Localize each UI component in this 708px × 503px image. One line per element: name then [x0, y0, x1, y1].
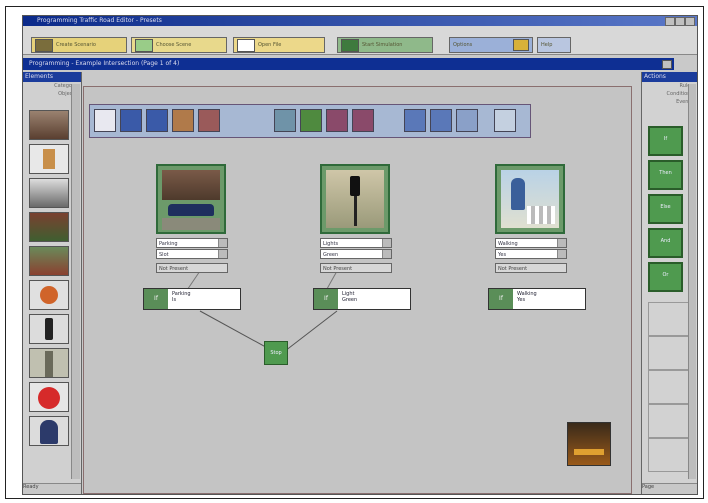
lights-field-2[interactable]: Green: [320, 249, 392, 259]
crosswalk-icon: [527, 206, 555, 224]
condition-value: Green: [342, 297, 358, 303]
parking-field-2-value: Slot: [159, 252, 169, 258]
chevron-down-icon[interactable]: [382, 250, 391, 258]
pedestrian-field-2[interactable]: Yes: [495, 249, 567, 259]
scene-preview-thumb[interactable]: [567, 422, 611, 466]
else-tile[interactable]: Else: [648, 194, 683, 224]
or-tile[interactable]: Or: [648, 262, 683, 292]
lights-select[interactable]: Not Present: [320, 263, 392, 273]
and-join-node[interactable]: Stop: [264, 341, 288, 365]
pedestrian-field-1-value: Walking: [498, 241, 518, 247]
pedestrian-card[interactable]: [495, 164, 565, 234]
parking-field-1[interactable]: Parking: [156, 238, 228, 248]
person-icon: [511, 178, 525, 210]
condition-icon: If: [144, 289, 168, 309]
condition-value: Is: [172, 297, 177, 303]
road-image: [162, 218, 220, 230]
tile-label: Else: [660, 204, 671, 210]
right-palette-header: Actions: [642, 72, 697, 82]
vehicle-icon: [574, 449, 604, 455]
parking-field-1-value: Parking: [159, 241, 178, 247]
lights-condition[interactable]: If Light Green: [313, 288, 411, 310]
tile-label: Or: [662, 272, 669, 278]
empty-slot[interactable]: [648, 438, 690, 472]
pedestrian-condition-text: Walking Yes: [517, 291, 537, 303]
lights-field-1[interactable]: Lights: [320, 238, 392, 248]
chevron-down-icon[interactable]: [218, 239, 227, 247]
traffic-light-icon: [350, 176, 360, 196]
right-palette: Actions Rules Conditions Events If Then …: [641, 72, 697, 494]
condition-icon: If: [314, 289, 338, 309]
empty-slot[interactable]: [648, 370, 690, 404]
pole-icon: [354, 196, 357, 226]
garage-image: [162, 170, 220, 200]
empty-slot[interactable]: [648, 404, 690, 438]
condition-value: Yes: [517, 297, 526, 303]
and-tile[interactable]: And: [648, 228, 683, 258]
if-tile[interactable]: If: [648, 126, 683, 156]
parking-card[interactable]: [156, 164, 226, 234]
chevron-down-icon[interactable]: [557, 250, 566, 258]
chevron-down-icon[interactable]: [557, 239, 566, 247]
pedestrian-field-1[interactable]: Walking: [495, 238, 567, 248]
parking-condition[interactable]: If Parking Is: [143, 288, 241, 310]
pedestrian-select-value: Not Present: [498, 266, 528, 272]
lights-condition-text: Light Green: [342, 291, 357, 303]
lights-field-1-value: Lights: [323, 241, 339, 247]
pedestrian-condition[interactable]: If Walking Yes: [488, 288, 586, 310]
parking-condition-text: Parking Is: [172, 291, 191, 303]
lights-select-value: Not Present: [323, 266, 353, 272]
right-status-text: Page: [642, 483, 697, 494]
chevron-down-icon[interactable]: [382, 239, 391, 247]
right-scrollbar[interactable]: [688, 84, 696, 479]
parking-select[interactable]: Not Present: [156, 263, 228, 273]
join-node-label: Stop: [270, 350, 282, 356]
condition-icon: If: [489, 289, 513, 309]
then-tile[interactable]: Then: [648, 160, 683, 190]
pedestrian-select[interactable]: Not Present: [495, 263, 567, 273]
tile-label: And: [660, 238, 671, 244]
parking-select-value: Not Present: [159, 266, 189, 272]
chevron-down-icon[interactable]: [218, 250, 227, 258]
tile-label: If: [663, 136, 668, 142]
pedestrian-field-2-value: Yes: [498, 252, 507, 258]
car-icon: [168, 204, 214, 216]
empty-slot[interactable]: [648, 302, 690, 336]
empty-slot[interactable]: [648, 336, 690, 370]
tile-label: Then: [659, 170, 672, 176]
app-window: Programming Traffic Road Editor - Preset…: [22, 15, 698, 495]
lights-field-2-value: Green: [323, 252, 339, 258]
lights-card[interactable]: [320, 164, 390, 234]
parking-field-2[interactable]: Slot: [156, 249, 228, 259]
